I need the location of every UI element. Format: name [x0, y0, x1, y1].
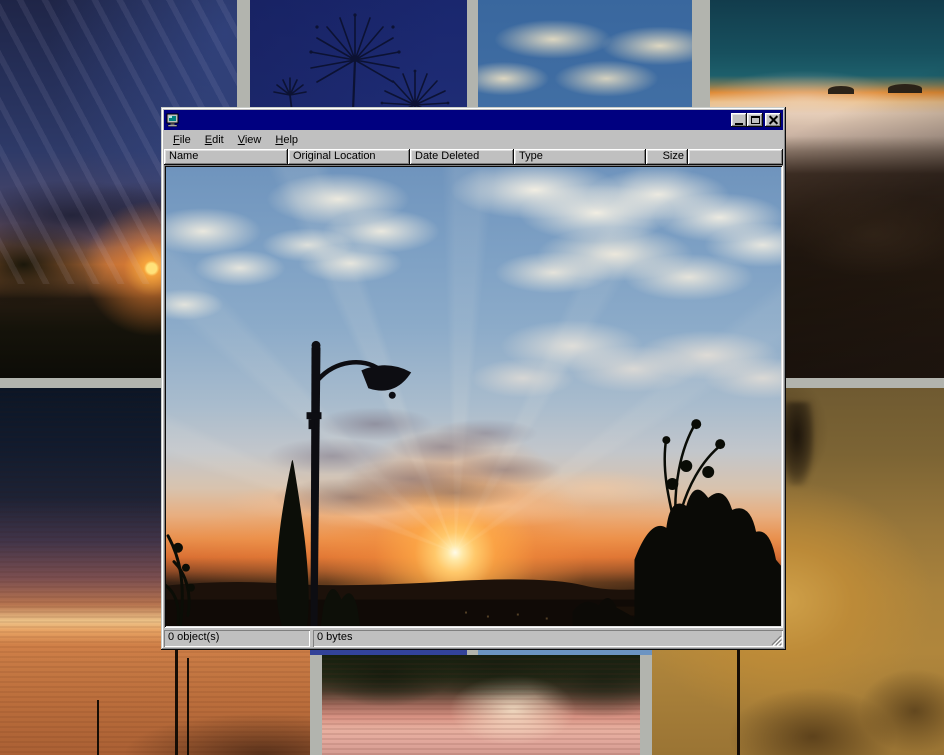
status-byte-count: 0 bytes — [313, 630, 783, 647]
status-bar: 0 object(s) 0 bytes — [164, 628, 783, 647]
list-view[interactable] — [164, 165, 783, 628]
title-bar[interactable] — [164, 110, 783, 130]
menu-item-file[interactable]: File — [166, 132, 198, 148]
menu-help-rest: elp — [283, 134, 298, 146]
sunset-lamp-photo — [166, 167, 781, 626]
status-object-count: 0 object(s) — [164, 630, 310, 647]
column-header-size[interactable]: Size — [646, 149, 688, 165]
column-header-name[interactable]: Name — [164, 149, 288, 165]
wallpaper-photo-water-reflection — [322, 655, 640, 755]
close-button[interactable] — [765, 113, 781, 127]
recycle-bin-window: File Edit View Help Name Original Locati… — [161, 107, 786, 650]
menu-item-edit[interactable]: Edit — [198, 132, 231, 148]
column-headers: Name Original Location Date Deleted Type… — [164, 149, 783, 165]
menu-item-help[interactable]: Help — [268, 132, 305, 148]
water-pole — [175, 645, 178, 755]
minimize-icon — [735, 123, 743, 125]
water-pole — [97, 700, 99, 755]
column-header-original-location[interactable]: Original Location — [288, 149, 410, 165]
column-header-date-deleted[interactable]: Date Deleted — [410, 149, 514, 165]
menu-item-view[interactable]: View — [231, 132, 269, 148]
window-controls — [731, 113, 781, 127]
menu-file-key: F — [173, 134, 180, 146]
close-icon — [769, 116, 778, 124]
computer-icon[interactable] — [166, 113, 180, 127]
desktop: File Edit View Help Name Original Locati… — [0, 0, 944, 755]
water-pole — [187, 658, 189, 755]
menu-bar: File Edit View Help — [164, 130, 783, 149]
maximize-icon — [751, 116, 760, 124]
menu-edit-key: E — [205, 134, 212, 146]
column-header-type[interactable]: Type — [514, 149, 646, 165]
menu-file-rest: ile — [180, 134, 191, 146]
resize-grip-icon[interactable] — [770, 634, 782, 646]
water-pole — [737, 650, 740, 755]
photo-silhouettes — [166, 167, 781, 626]
menu-view-key: V — [238, 134, 245, 146]
menu-view-rest: iew — [245, 134, 262, 146]
maximize-button[interactable] — [747, 113, 763, 127]
column-header-blank[interactable] — [688, 149, 783, 165]
menu-edit-rest: dit — [212, 134, 224, 146]
minimize-button[interactable] — [731, 113, 747, 127]
